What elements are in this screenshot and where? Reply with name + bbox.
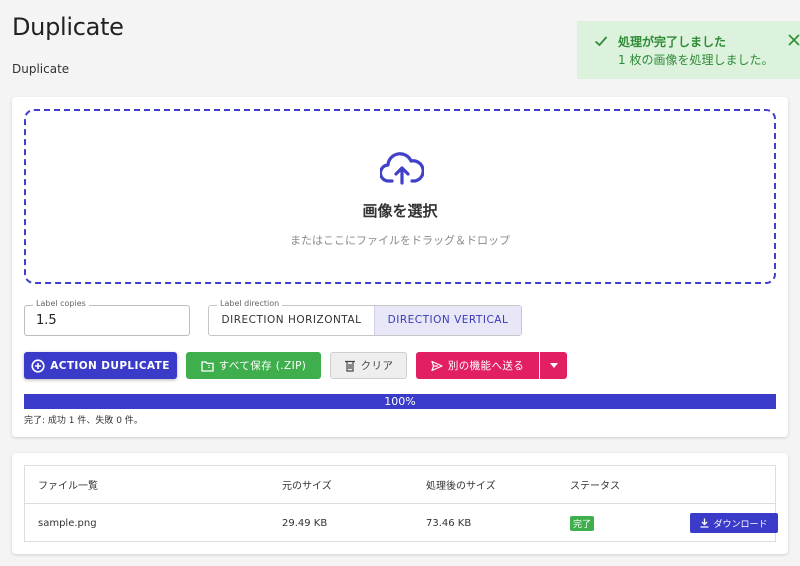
page-subtitle: Duplicate — [12, 62, 70, 76]
cloud-upload-icon — [380, 152, 424, 185]
header-processed-size: 処理後のサイズ — [426, 481, 496, 492]
files-table: ファイル一覧 元のサイズ 処理後のサイズ ステータス sample.png 29… — [24, 465, 778, 542]
copies-label: Label copies — [33, 299, 89, 308]
main-card: 画像を選択 またはここにファイルをドラッグ＆ドロップ Label copies … — [12, 97, 788, 437]
copies-field: Label copies — [24, 299, 190, 336]
send-icon — [431, 360, 443, 371]
file-name: sample.png — [38, 517, 97, 529]
table-row: sample.png 29.49 KB 73.46 KB 完了 ダウンロード — [25, 504, 778, 542]
table-header-row: ファイル一覧 元のサイズ 処理後のサイズ ステータス — [25, 466, 775, 504]
send-to-feature-button[interactable]: 別の機能へ送る — [416, 352, 539, 379]
folder-zip-icon — [201, 360, 214, 372]
save-zip-button[interactable]: すべて保存 (.ZIP) — [186, 352, 321, 379]
header-status: ステータス — [570, 481, 620, 492]
check-icon — [594, 36, 608, 47]
direction-vertical-option[interactable]: DIRECTION VERTICAL — [374, 306, 521, 335]
image-dropzone[interactable]: 画像を選択 またはここにファイルをドラッグ＆ドロップ — [24, 109, 776, 284]
status-cell: 完了 — [570, 504, 595, 542]
header-original-size: 元のサイズ — [282, 481, 332, 492]
caret-down-icon — [549, 363, 558, 368]
success-toast: 処理が完了しました 1 枚の画像を処理しました。 — [577, 21, 800, 79]
original-size: 29.49 KB — [282, 517, 328, 529]
send-button-label: 別の機能へ送る — [447, 360, 525, 372]
save-zip-button-label: すべて保存 (.ZIP) — [218, 360, 307, 372]
progress-label: 100% — [384, 395, 416, 408]
files-card: ファイル一覧 元のサイズ 処理後のサイズ ステータス sample.png 29… — [12, 453, 788, 554]
add-circle-icon — [31, 358, 45, 373]
duplicate-button-label: ACTION DUPLICATE — [50, 359, 170, 372]
process-status-text: 完了: 成功 1 件、失敗 0 件。 — [24, 416, 143, 426]
clear-button-label: クリア — [360, 360, 394, 372]
download-button[interactable]: ダウンロード — [690, 513, 778, 533]
duplicate-button[interactable]: ACTION DUPLICATE — [24, 352, 177, 379]
clear-icon — [344, 360, 355, 372]
download-icon — [700, 518, 709, 528]
progress-bar: 100% — [24, 394, 776, 409]
clear-button[interactable]: クリア — [330, 352, 407, 379]
toast-message: 1 枚の画像を処理しました。 — [618, 53, 774, 67]
header-file-list: ファイル一覧 — [38, 481, 98, 492]
direction-toggle-group: Label direction DIRECTION HORIZONTAL DIR… — [208, 299, 522, 336]
direction-horizontal-option[interactable]: DIRECTION HORIZONTAL — [209, 306, 374, 335]
send-menu-button[interactable] — [540, 352, 567, 379]
dropzone-hint: またはここにファイルをドラッグ＆ドロップ — [290, 234, 510, 247]
download-button-label: ダウンロード — [713, 519, 768, 530]
page-title: Duplicate — [12, 13, 124, 41]
processed-size: 73.46 KB — [426, 517, 472, 529]
close-icon[interactable] — [788, 34, 800, 46]
toast-title: 処理が完了しました — [618, 35, 727, 49]
copies-input[interactable] — [36, 313, 176, 328]
dropzone-title: 画像を選択 — [362, 202, 438, 220]
status-badge: 完了 — [570, 515, 595, 531]
